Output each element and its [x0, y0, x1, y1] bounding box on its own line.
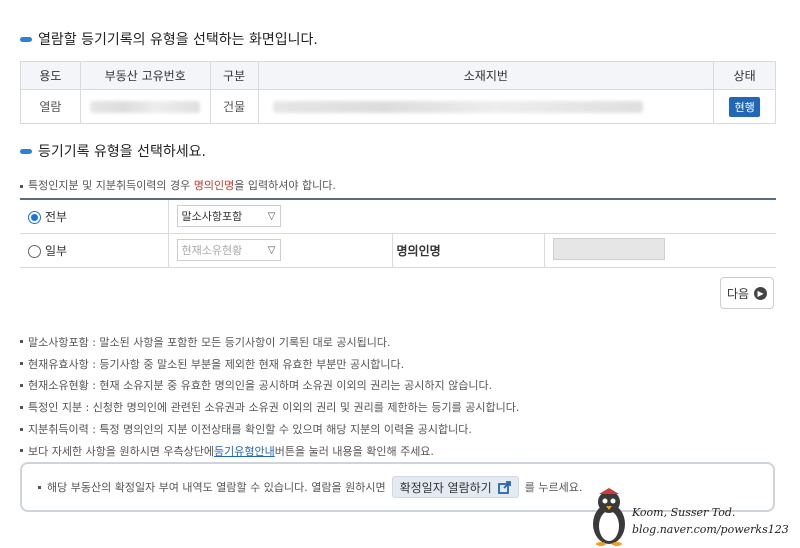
status-badge: 현행	[729, 96, 760, 117]
watermark-line2: blog.naver.com/powerks123	[632, 523, 789, 536]
bullet-icon	[20, 340, 23, 344]
external-link-icon	[497, 480, 511, 494]
page-title: 열람할 등기기록의 유형을 선택하는 화면입니다.	[38, 32, 318, 48]
name-input[interactable]	[552, 237, 665, 260]
select-section-title: 등기기록 유형을 선택하세요.	[38, 144, 206, 160]
cell-address	[257, 89, 715, 124]
table-row: 열람 건물 현행	[20, 89, 776, 124]
cell-status: 현행	[713, 89, 776, 124]
partial-type-value: 현재소유현황	[181, 244, 243, 257]
bullet-icon	[20, 449, 23, 453]
watermark-line1: Koom, Susser Tod.	[632, 506, 736, 519]
list-item: 보다 자세한 사항을 원하시면 우측상단에 등기유형안내 버튼을 눌러 내용을 확…	[20, 440, 519, 462]
next-label: 다음	[726, 286, 750, 301]
arrow-right-icon: ▶	[754, 286, 768, 300]
note-highlight: 명의인명	[193, 179, 235, 192]
bullet-icon	[20, 405, 23, 409]
page-header: 열람할 등기기록의 유형을 선택하는 화면입니다.	[20, 29, 318, 49]
description-text: 현재유효사항 : 등기사항 중 말소된 부분을 제외한 현재 유효한 부분만 공…	[28, 357, 405, 371]
radio-all[interactable]	[28, 210, 41, 224]
confirmed-date-view-label: 확정일자 열람하기	[399, 480, 492, 495]
chevron-down-icon: ▽	[267, 210, 276, 222]
partial-type-select[interactable]: 현재소유현황 ▽	[176, 239, 281, 261]
record-type-guide-link[interactable]: 등기유형안내	[214, 443, 275, 459]
record-type-table: 전부 말소사항포함 ▽ 일부 현재소유현황 ▽ 명의인명	[20, 198, 776, 268]
all-type-select[interactable]: 말소사항포함 ▽	[176, 205, 281, 228]
chevron-down-icon: ▽	[267, 244, 276, 256]
bullet-icon	[38, 485, 41, 489]
description-text: 현재소유현황 : 현재 소유지분 중 유효한 명의인을 공시하며 소유권 이외의…	[28, 379, 493, 393]
note-text: 특정인지분 및 지분취득이력의 경우	[28, 179, 194, 192]
option-row-all: 전부 말소사항포함 ▽	[20, 199, 776, 234]
bullet-icon	[20, 184, 23, 188]
bullet-icon	[20, 427, 23, 431]
penguin-icon	[593, 488, 625, 546]
option-all[interactable]: 전부	[20, 199, 169, 234]
option-partial[interactable]: 일부	[20, 233, 169, 268]
property-info-table: 용도 부동산 고유번호 구분 소재지번 상태 열람 건물 현행	[20, 61, 776, 124]
cell-unique-number	[79, 89, 211, 124]
list-item: 지분취득이력 : 특정 명의인의 지분 이전상태를 확인할 수 있으며 해당 지…	[20, 418, 519, 440]
list-item: 특정인 지분 : 신청한 명의인에 관련된 소유권과 소유권 이외의 권리 및 …	[20, 396, 519, 418]
note-text-end: 을 입력하셔야 합니다.	[234, 179, 336, 192]
section-bullet-icon	[20, 148, 32, 154]
guide-text: 보다 자세한 사항을 원하시면 우측상단에	[28, 444, 215, 458]
description-text: 지분취득이력 : 특정 명의인의 지분 이전상태를 확인할 수 있으며 해당 지…	[28, 423, 472, 437]
confirmed-date-view-button[interactable]: 확정일자 열람하기	[391, 476, 519, 498]
description-list: 말소사항포함 : 말소된 사항을 포함한 모든 등기사항이 기록된 대로 공시됩…	[20, 331, 519, 462]
col-address: 소재지번	[257, 61, 715, 90]
redacted-address	[272, 101, 643, 113]
select-note: 특정인지분 및 지분취득이력의 경우 명의인명을 입력하셔야 합니다.	[20, 177, 336, 193]
option-row-partial: 일부 현재소유현황 ▽ 명의인명	[20, 233, 776, 268]
radio-partial[interactable]	[28, 244, 41, 258]
col-usage: 용도	[20, 61, 81, 90]
cell-usage: 열람	[20, 89, 81, 124]
col-status: 상태	[713, 61, 776, 90]
redacted-unique-number	[90, 101, 201, 113]
list-item: 현재유효사항 : 등기사항 중 말소된 부분을 제외한 현재 유효한 부분만 공…	[20, 353, 519, 375]
section-bullet-icon	[20, 36, 32, 42]
col-unique-number: 부동산 고유번호	[79, 61, 211, 90]
list-item: 말소사항포함 : 말소된 사항을 포함한 모든 등기사항이 기록된 대로 공시됩…	[20, 331, 519, 353]
description-text: 특정인 지분 : 신청한 명의인에 관련된 소유권과 소유권 이외의 권리 및 …	[28, 401, 520, 415]
option-all-label: 전부	[45, 209, 68, 224]
notice-text: 해당 부동산의 확정일자 부여 내역도 열람할 수 있습니다. 열람을 원하시면	[47, 481, 386, 494]
name-label: 명의인명	[392, 233, 545, 268]
blog-watermark: Koom, Susser Tod. blog.naver.com/powerks…	[586, 486, 800, 548]
next-button[interactable]: 다음 ▶	[720, 277, 774, 309]
list-item: 현재소유현황 : 현재 소유지분 중 유효한 명의인을 공시하며 소유권 이외의…	[20, 375, 519, 397]
col-category: 구분	[209, 61, 259, 90]
guide-text-end: 버튼을 눌러 내용을 확인해 주세요.	[274, 444, 434, 458]
select-section-header: 등기기록 유형을 선택하세요.	[20, 141, 206, 161]
all-type-value: 말소사항포함	[181, 210, 243, 224]
bullet-icon	[20, 362, 23, 366]
description-text: 말소사항포함 : 말소된 사항을 포함한 모든 등기사항이 기록된 대로 공시됩…	[28, 335, 391, 349]
bullet-icon	[20, 383, 23, 387]
option-partial-label: 일부	[45, 243, 68, 258]
cell-category: 건물	[209, 89, 259, 124]
notice-text-end: 를 누르세요.	[524, 481, 583, 494]
